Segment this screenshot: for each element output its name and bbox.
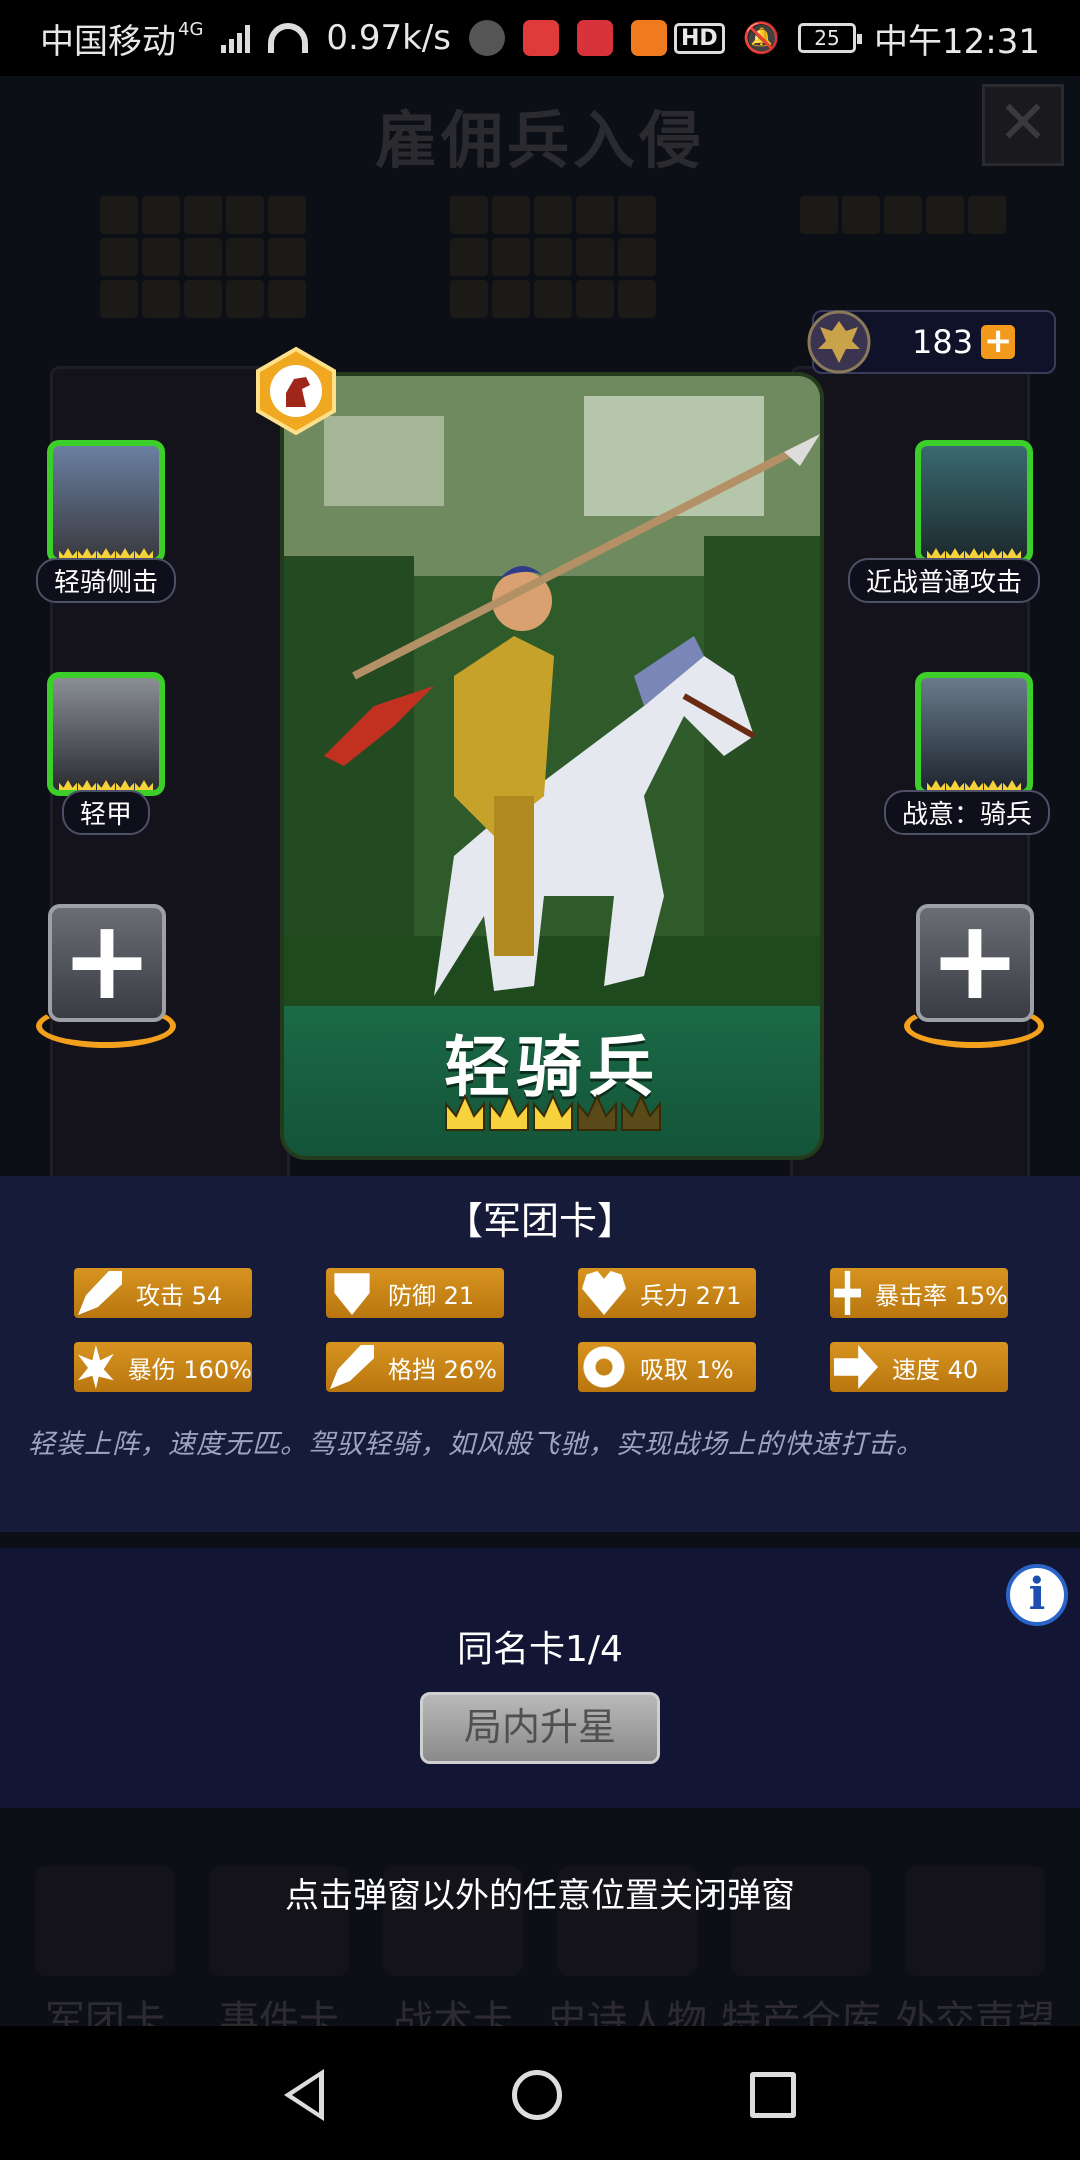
army-grid-left xyxy=(100,196,306,318)
army-grid-right xyxy=(800,196,1006,234)
stat-attack: 攻击 54 xyxy=(74,1268,252,1318)
scene-title: 雇佣兵入侵 xyxy=(374,104,705,177)
back-icon[interactable] xyxy=(284,2069,324,2121)
reader-app-icon xyxy=(576,20,613,56)
close-popup-hint[interactable]: 点击弹窗以外的任意位置关闭弹窗 xyxy=(0,1868,1080,1917)
wechat-icon xyxy=(468,20,505,56)
stats-grid: 攻击 54 防御 21 兵力 271 暴击率 15% 暴伤 160% 格挡 26… xyxy=(74,1268,1008,1392)
status-bar: 中国移动 4G 0.97k/s HD 🔕 25 中午12:31 xyxy=(0,0,1080,76)
stat-defense: 防御 21 xyxy=(326,1268,504,1318)
heart-icon xyxy=(582,1271,626,1315)
stat-block: 格挡 26% xyxy=(326,1342,504,1392)
video-app-icon xyxy=(630,20,667,56)
network-type: 4G xyxy=(178,18,204,40)
shield-icon xyxy=(334,1273,370,1315)
slot-ring xyxy=(904,1004,1044,1048)
crown-filled-icon xyxy=(533,1094,573,1131)
crown-empty-icon xyxy=(577,1094,617,1131)
huawei-app-icon xyxy=(522,20,559,56)
battery-icon: 25 xyxy=(798,23,863,53)
skill-light-cavalry-flank[interactable]: 轻骑侧击 xyxy=(36,440,177,603)
slot-ring xyxy=(36,1004,176,1048)
hooded-warrior-icon xyxy=(47,672,165,796)
card-type-title: 【军团卡】 xyxy=(444,1199,635,1243)
currency-value: 183 xyxy=(912,323,974,361)
skill-label: 战意：骑兵 xyxy=(884,790,1051,835)
network-speed: 0.97k/s xyxy=(326,18,451,58)
card-description: 轻装上阵，速度无匹。驾驭轻骑，如风般飞驰，实现战场上的快速打击。 xyxy=(28,1429,924,1460)
skill-light-armor[interactable]: 轻甲 xyxy=(36,672,176,835)
stat-crit-damage: 暴伤 160% xyxy=(74,1342,252,1392)
stat-lifesteal: 吸取 1% xyxy=(578,1342,756,1392)
carrier-label: 中国移动 xyxy=(40,21,176,62)
skill-war-spirit-cavalry[interactable]: 战意：骑兵 xyxy=(884,672,1051,835)
troop-card: 轻骑兵 xyxy=(284,376,820,1156)
scene-close-button[interactable]: ✕ xyxy=(982,84,1064,166)
upgrade-panel: i 同名卡1/4 局内升星 xyxy=(0,1548,1080,1808)
card-name-bar: 轻骑兵 xyxy=(284,1006,820,1156)
home-icon[interactable] xyxy=(512,2070,562,2120)
add-currency-button[interactable]: + xyxy=(981,324,1016,359)
absorb-icon xyxy=(582,1345,626,1389)
wifi-icon xyxy=(268,23,309,53)
sword-icon xyxy=(78,1271,122,1315)
skill-melee-attack[interactable]: 近战普通攻击 xyxy=(847,440,1044,603)
stat-crit-rate: 暴击率 15% xyxy=(830,1268,1008,1318)
eagle-crest-icon xyxy=(807,310,871,374)
forest-knight-icon xyxy=(915,672,1033,796)
skill-label: 轻骑侧击 xyxy=(36,558,177,603)
add-equipment-slot-right[interactable]: + xyxy=(904,904,1044,1064)
crown-empty-icon xyxy=(621,1094,661,1131)
hd-icon: HD xyxy=(673,22,725,54)
armored-knight-icon xyxy=(915,440,1033,564)
stat-troops: 兵力 271 xyxy=(578,1268,756,1318)
recent-apps-icon[interactable] xyxy=(750,2072,796,2118)
star-rating xyxy=(444,1094,662,1132)
knight-rank-badge-icon xyxy=(256,346,336,436)
add-equipment-slot-left[interactable]: + xyxy=(36,904,176,1064)
duplicate-card-count: 同名卡1/4 xyxy=(457,1629,623,1670)
speed-icon xyxy=(834,1345,878,1389)
skill-label: 近战普通攻击 xyxy=(847,558,1040,603)
signal-icon xyxy=(221,23,251,53)
system-nav-bar xyxy=(0,2030,1080,2160)
currency-counter: 183 + xyxy=(807,310,1056,374)
mute-icon: 🔕 xyxy=(742,20,781,56)
upgrade-star-button[interactable]: 局内升星 xyxy=(420,1692,660,1764)
skill-label: 轻甲 xyxy=(61,790,150,835)
crown-filled-icon xyxy=(489,1094,529,1131)
card-info-panel: 【军团卡】 攻击 54 防御 21 兵力 271 暴击率 15% 暴伤 160%… xyxy=(0,1176,1080,1532)
army-grid-center xyxy=(450,196,656,318)
info-icon[interactable]: i xyxy=(1006,1564,1068,1626)
burst-icon xyxy=(78,1345,114,1389)
stat-speed: 速度 40 xyxy=(830,1342,1008,1392)
clock: 中午12:31 xyxy=(874,21,1040,62)
cavalry-charge-icon xyxy=(47,440,165,564)
parry-icon xyxy=(330,1345,374,1389)
crosshair-icon xyxy=(834,1271,862,1315)
crown-filled-icon xyxy=(445,1094,485,1131)
